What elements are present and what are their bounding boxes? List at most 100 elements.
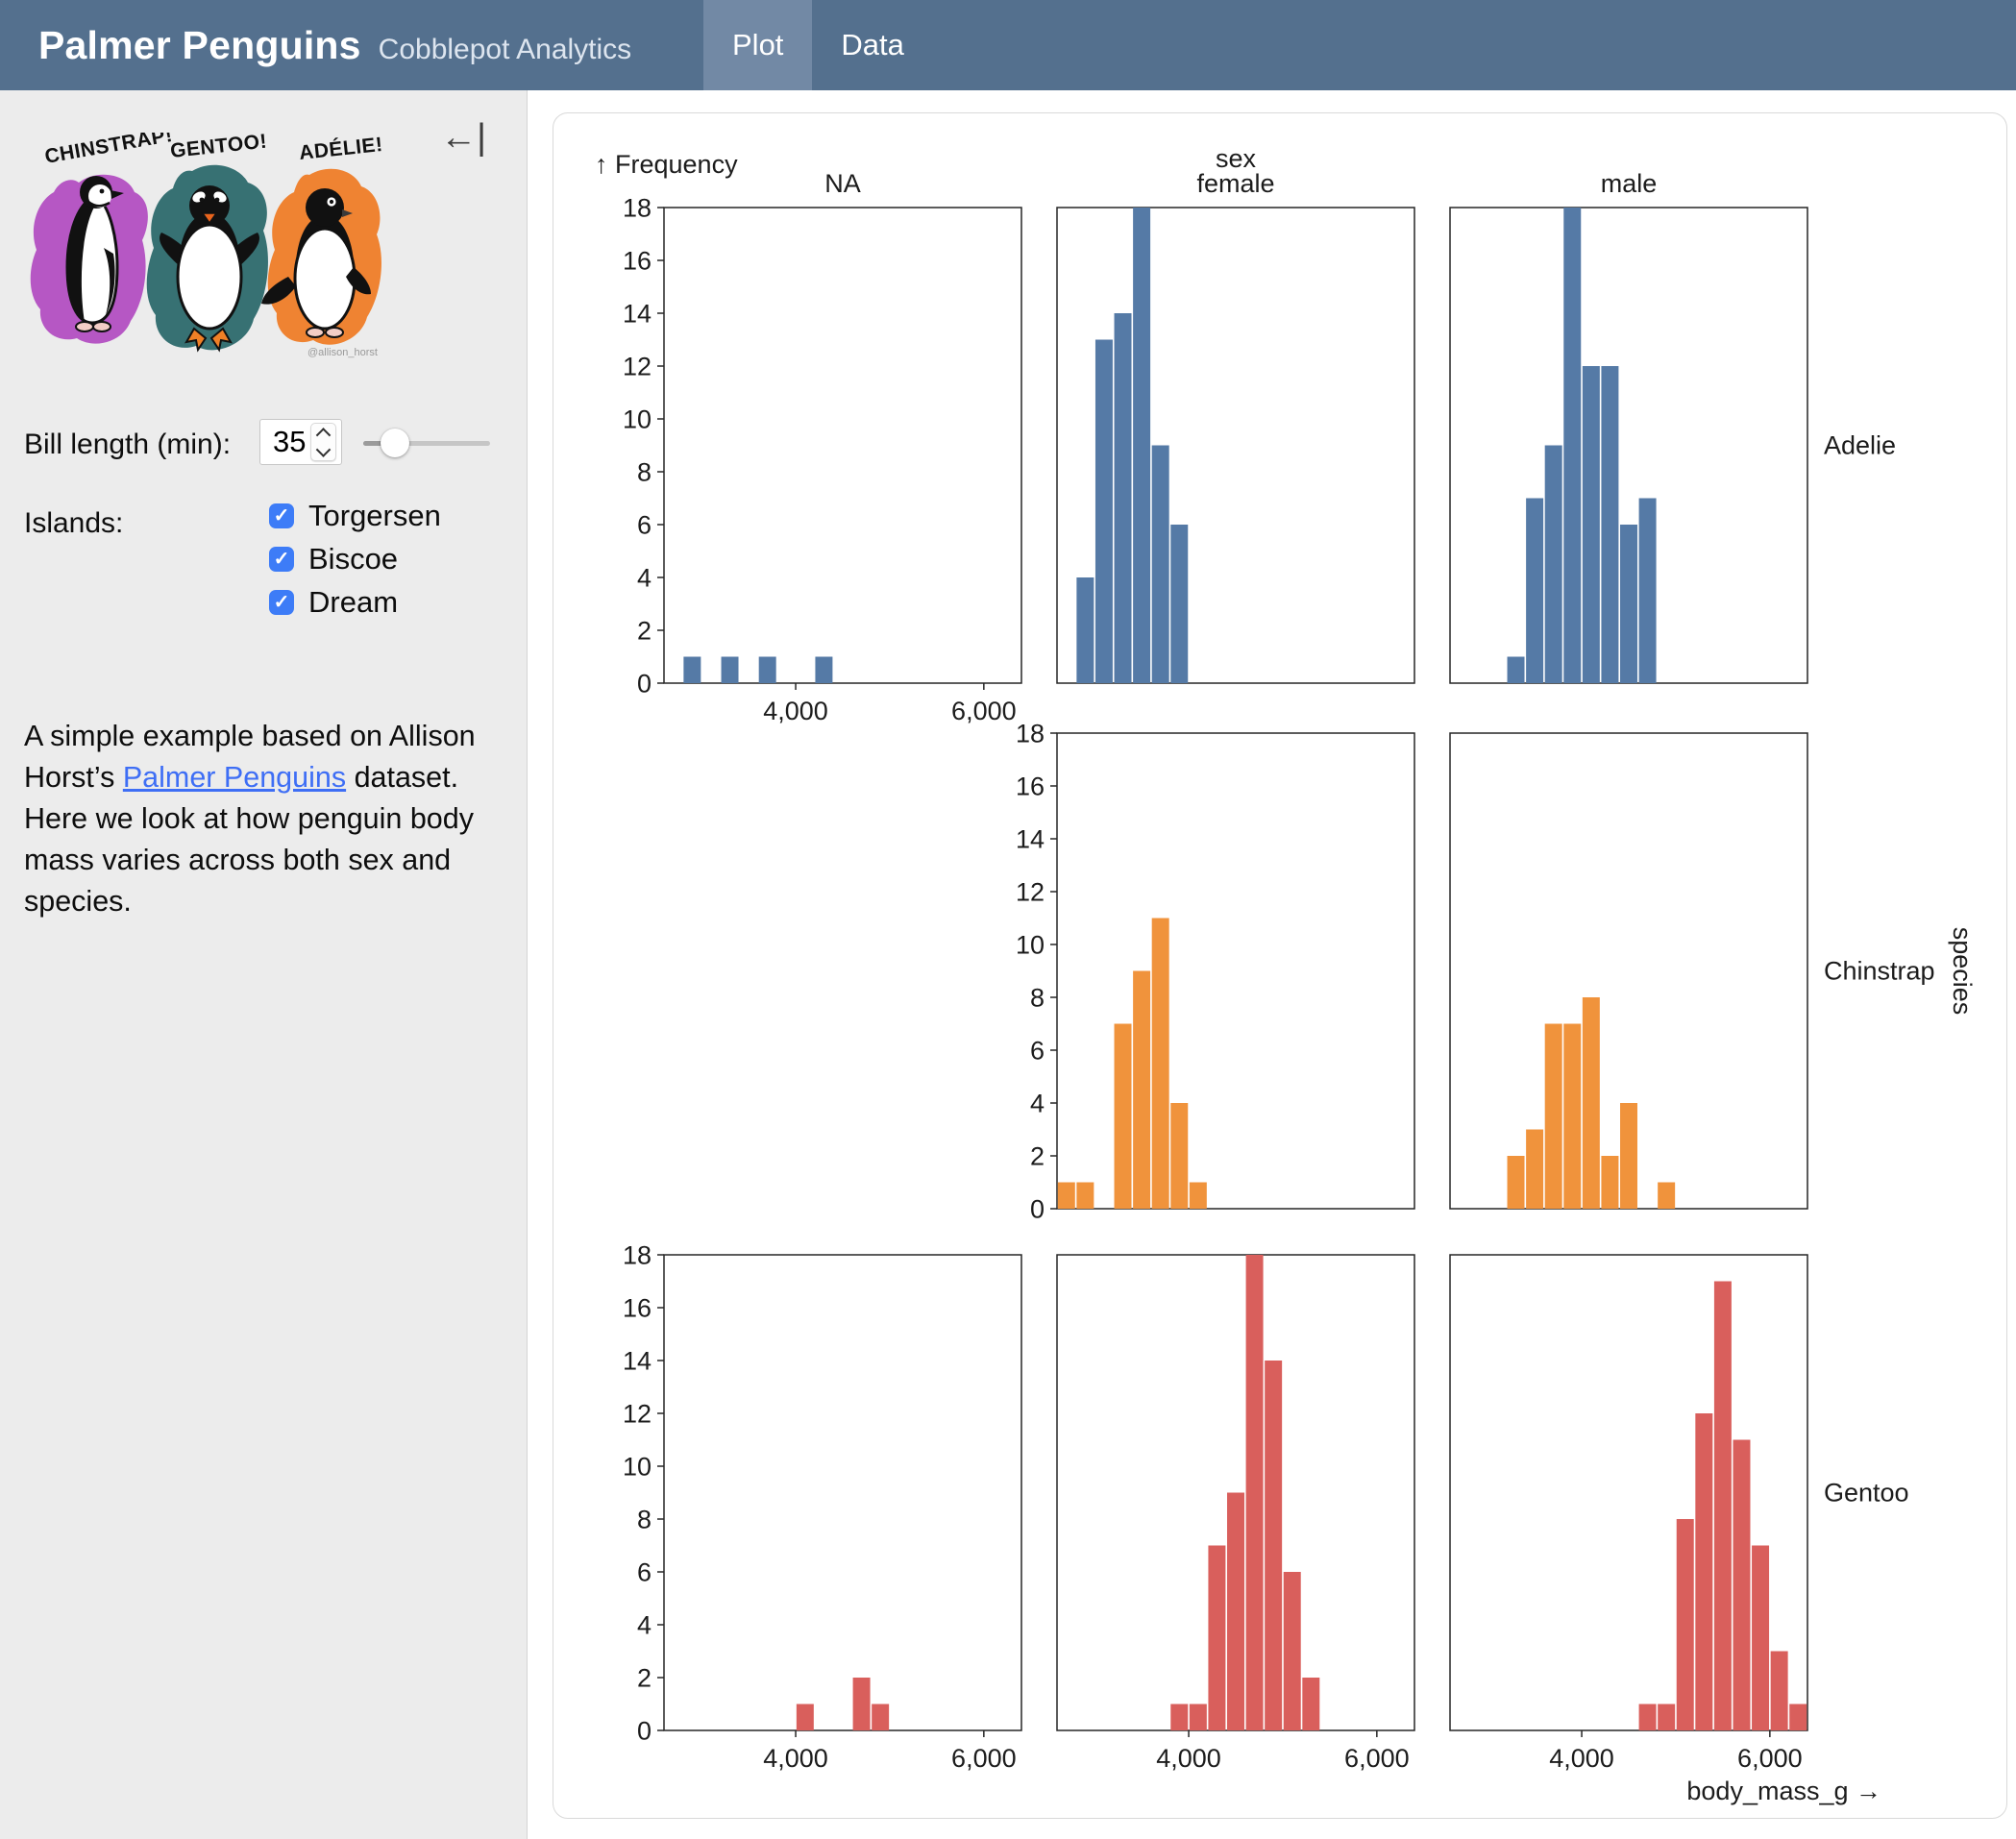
sidebar-description: A simple example based on Allison Horst’… — [24, 716, 476, 922]
histogram-bar — [1152, 446, 1169, 684]
app-header: Palmer Penguins Cobblepot Analytics Plot… — [0, 0, 2016, 90]
histogram-bar — [1545, 1024, 1562, 1210]
histogram-bar — [1714, 1282, 1732, 1731]
histogram-bar — [1190, 1183, 1207, 1210]
bill-length-label: Bill length (min): — [24, 429, 231, 461]
y-tick-label: 14 — [1016, 825, 1045, 854]
histogram-bar — [722, 657, 739, 684]
nav-tabs: PlotData — [703, 0, 933, 90]
histogram-bar — [872, 1704, 889, 1731]
island-checkbox-torgersen[interactable]: ✓ Torgersen — [269, 494, 441, 537]
histogram-bar — [1563, 1024, 1581, 1210]
number-stepper[interactable] — [310, 423, 336, 461]
y-tick-label: 0 — [637, 1717, 652, 1746]
x-axis-title: body_mass_g → — [1686, 1777, 1881, 1805]
histogram-bar — [1526, 499, 1543, 684]
palmer-penguins-link[interactable]: Palmer Penguins — [123, 761, 346, 794]
y-tick-label: 10 — [623, 405, 652, 434]
x-tick-label: 4,000 — [1156, 1744, 1221, 1773]
y-tick-label: 16 — [623, 247, 652, 276]
x-tick-label: 4,000 — [1549, 1744, 1614, 1773]
histogram-bar — [1639, 499, 1657, 684]
bill-length-slider[interactable] — [363, 429, 490, 457]
faceted-histogram-plot: ↑ FrequencysexNAfemalemaleAdelieChinstra… — [553, 113, 2005, 1817]
histogram-bar — [1058, 1183, 1075, 1210]
y-tick-label: 12 — [623, 1400, 652, 1429]
facet-column-header-na: NA — [824, 169, 861, 198]
app-subtitle: Cobblepot Analytics — [379, 34, 632, 66]
histogram-bar — [1508, 1156, 1525, 1209]
island-checkbox-dream[interactable]: ✓ Dream — [269, 580, 441, 624]
svg-text:@allison_horst: @allison_horst — [307, 347, 378, 358]
slider-thumb[interactable] — [381, 429, 409, 457]
histogram-bar — [1677, 1519, 1694, 1730]
histogram-bar — [1133, 208, 1150, 683]
y-tick-label: 8 — [1030, 984, 1045, 1013]
islands-label: Islands: — [24, 507, 123, 540]
bill-length-input[interactable]: 35 — [259, 419, 342, 465]
x-tick-label: 6,000 — [1737, 1744, 1803, 1773]
histogram-bar — [1526, 1130, 1543, 1210]
island-checkbox-label: Torgersen — [308, 499, 441, 533]
y-tick-label: 10 — [623, 1453, 652, 1482]
tab-plot[interactable]: Plot — [703, 0, 812, 90]
y-tick-label: 18 — [1016, 720, 1045, 748]
y-tick-label: 14 — [623, 1347, 652, 1376]
facet-frame-chinstrap-female — [1057, 733, 1414, 1209]
y-tick-label: 0 — [1030, 1195, 1045, 1224]
y-tick-label: 4 — [1030, 1090, 1045, 1118]
y-tick-label: 8 — [637, 458, 652, 487]
y-tick-label: 2 — [1030, 1142, 1045, 1171]
histogram-bar — [1620, 1103, 1637, 1209]
histogram-bar — [1284, 1572, 1301, 1730]
y-tick-label: 16 — [623, 1294, 652, 1323]
facet-frame-adelie-na — [664, 208, 1021, 683]
y-tick-label: 18 — [623, 1241, 652, 1270]
y-tick-label: 10 — [1016, 931, 1045, 960]
histogram-bar — [1095, 340, 1113, 684]
y-tick-label: 16 — [1016, 772, 1045, 801]
histogram-bar — [1190, 1704, 1207, 1731]
sidebar-collapse-icon[interactable]: ←| — [440, 119, 486, 156]
histogram-bar — [815, 657, 832, 684]
histogram-bar — [1265, 1361, 1282, 1730]
histogram-bar — [1695, 1413, 1712, 1730]
bill-length-value: 35 — [260, 425, 306, 459]
facet-column-header-female: female — [1196, 169, 1274, 198]
histogram-bar — [1133, 971, 1150, 1210]
x-tick-label: 6,000 — [951, 697, 1017, 725]
plot-card: ↑ FrequencysexNAfemalemaleAdelieChinstra… — [553, 112, 2007, 1819]
histogram-bar — [1601, 1156, 1618, 1209]
facet-row-header-chinstrap: Chinstrap — [1824, 957, 1935, 986]
histogram-bar — [1658, 1183, 1675, 1210]
y-axis-title: ↑ Frequency — [595, 150, 738, 179]
svg-text:GENTOO!: GENTOO! — [169, 133, 268, 162]
checkbox-checked-icon[interactable]: ✓ — [269, 503, 294, 528]
histogram-bar — [1115, 1024, 1132, 1210]
stepper-up-icon[interactable] — [316, 428, 332, 443]
adelie-penguin-illustration: ADÉLIE! @allison_horst — [261, 134, 384, 358]
island-checkbox-label: Dream — [308, 585, 398, 620]
y-tick-label: 14 — [623, 300, 652, 329]
histogram-bar — [1752, 1546, 1769, 1731]
histogram-bar — [1170, 1103, 1188, 1209]
checkbox-checked-icon[interactable]: ✓ — [269, 590, 294, 615]
island-checkbox-label: Biscoe — [308, 542, 398, 576]
stepper-down-icon[interactable] — [316, 442, 332, 457]
histogram-bar — [1170, 1704, 1188, 1731]
checkbox-checked-icon[interactable]: ✓ — [269, 547, 294, 572]
histogram-bar — [1076, 1183, 1094, 1210]
y-tick-label: 12 — [623, 353, 652, 381]
histogram-bar — [1246, 1255, 1264, 1730]
x-tick-label: 4,000 — [763, 697, 828, 725]
histogram-bar — [1076, 577, 1094, 683]
app-title: Palmer Penguins — [38, 23, 361, 68]
y-tick-label: 4 — [637, 564, 652, 593]
island-checkbox-biscoe[interactable]: ✓ Biscoe — [269, 537, 441, 580]
y-tick-label: 6 — [637, 511, 652, 540]
facet-frame-gentoo-na — [664, 1255, 1021, 1730]
histogram-bar — [853, 1678, 871, 1730]
y-tick-label: 6 — [637, 1558, 652, 1587]
histogram-bar — [1170, 525, 1188, 683]
tab-data[interactable]: Data — [812, 0, 932, 90]
